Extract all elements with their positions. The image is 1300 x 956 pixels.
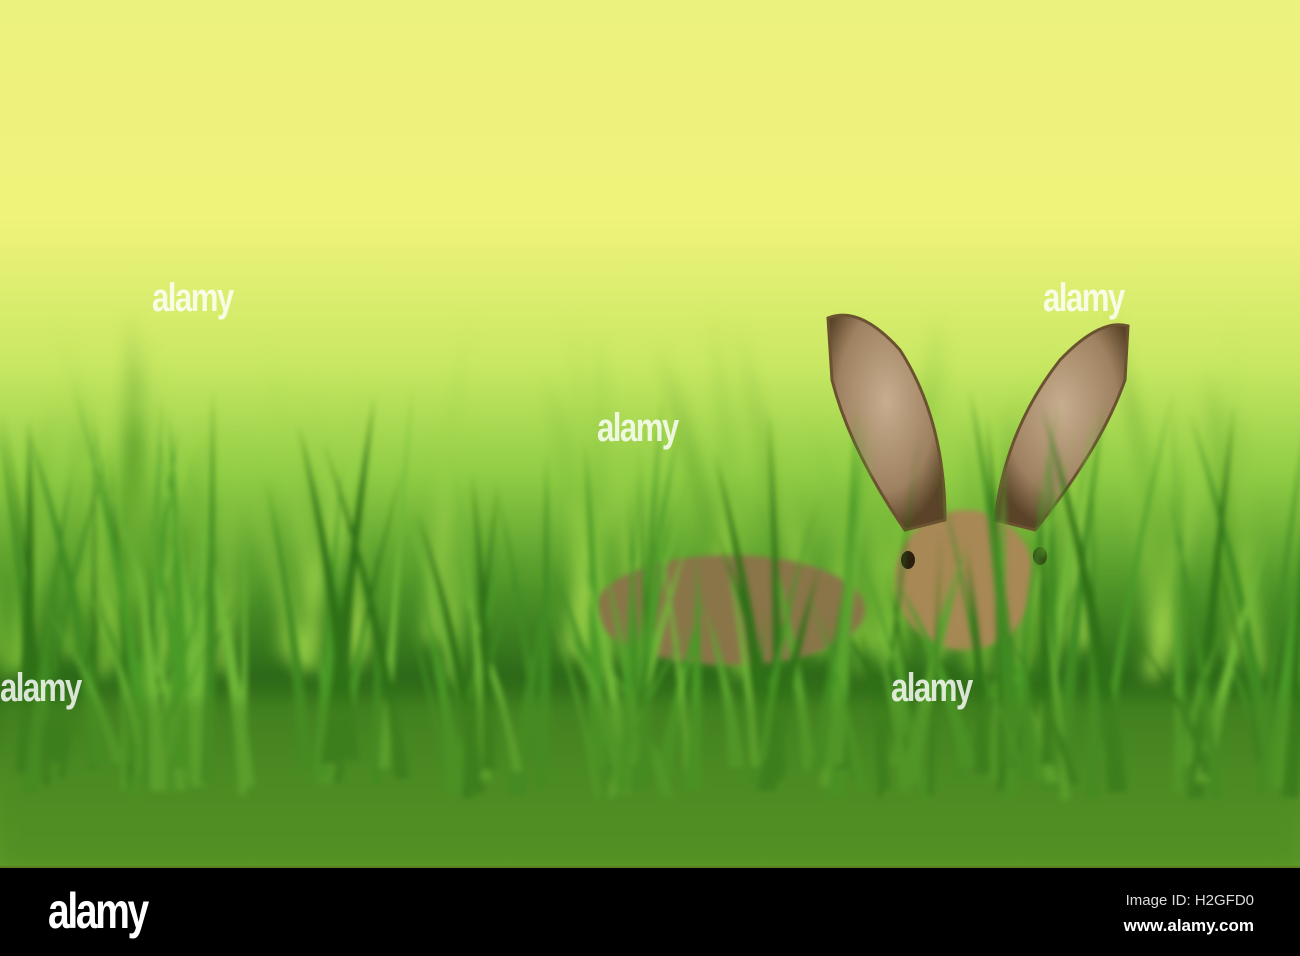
stock-photo: alamy alamy alamy alamy alamy alamy Imag… (0, 0, 1300, 956)
watermark-logo: alamy (891, 666, 973, 710)
watermark-logo: alamy (597, 406, 679, 450)
watermark-logo: alamy (0, 666, 82, 710)
footer-logo: alamy (48, 883, 149, 939)
footer-bar: alamy Image ID: H2GFD0 www.alamy.com (0, 866, 1300, 956)
site-url[interactable]: www.alamy.com (1124, 916, 1254, 936)
watermark-logo: alamy (1043, 276, 1125, 320)
watermark-logo: alamy (152, 276, 234, 320)
image-id: Image ID: H2GFD0 (1125, 892, 1254, 909)
